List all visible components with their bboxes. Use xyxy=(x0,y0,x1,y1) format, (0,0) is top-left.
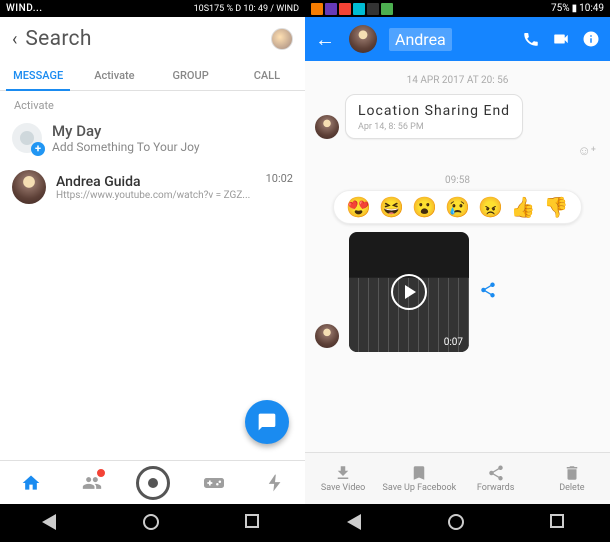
timestamp: 14 APR 2017 AT 20: 56 xyxy=(305,61,610,94)
battery-label: 75% xyxy=(551,3,570,14)
phone-icon[interactable] xyxy=(522,30,540,48)
my-day-row[interactable]: + My Day Add Something To Your Joy xyxy=(0,116,305,164)
back-chevron-icon[interactable]: ‹ xyxy=(12,29,17,50)
inbox-screen: WIND... 10S175 % D 10: 49 / WIND ‹ Searc… xyxy=(0,0,305,504)
bubble-time: Apr 14, 8: 56 PM xyxy=(358,122,510,132)
trash-icon xyxy=(563,464,581,482)
section-label: Activate xyxy=(0,91,305,116)
action-save-video[interactable]: Save Video xyxy=(305,453,381,504)
search-input[interactable]: Search xyxy=(25,27,263,51)
video-message[interactable]: 0:07 xyxy=(349,232,469,352)
react-like[interactable]: 👍 xyxy=(511,197,536,217)
react-love[interactable]: 😍 xyxy=(346,197,371,217)
play-icon xyxy=(391,274,427,310)
nav-home-2[interactable] xyxy=(448,514,466,532)
message-bubble[interactable]: Location Sharing End Apr 14, 8: 56 PM xyxy=(345,94,523,139)
reaction-picker: 😍 😆 😮 😢 😠 👍 👎 xyxy=(333,190,581,224)
action-delete[interactable]: Delete xyxy=(534,453,610,504)
tab-call[interactable]: CALL xyxy=(229,59,305,90)
bubble-title: Location Sharing End xyxy=(358,103,510,119)
react-angry[interactable]: 😠 xyxy=(478,197,503,217)
gamepad-icon xyxy=(204,473,224,493)
message-time: 10:02 xyxy=(266,170,293,185)
video-duration: 0:07 xyxy=(444,337,463,348)
myday-title: My Day xyxy=(52,122,200,140)
react-wow[interactable]: 😮 xyxy=(412,197,437,217)
video-icon[interactable] xyxy=(552,30,570,48)
status-bar-right: 75% ▮ 10:49 xyxy=(305,0,610,17)
bolt-icon xyxy=(265,473,285,493)
android-nav-bar xyxy=(0,504,610,542)
share-icon xyxy=(487,464,505,482)
nav-people[interactable] xyxy=(61,461,122,504)
media-avatar[interactable] xyxy=(315,324,339,348)
nav-back-2[interactable] xyxy=(347,514,365,532)
nav-discover[interactable] xyxy=(244,461,305,504)
conversation-row[interactable]: Andrea Guida Https://www.youtube.com/wat… xyxy=(0,164,305,210)
react-dislike[interactable]: 👎 xyxy=(544,197,569,217)
myday-subtitle: Add Something To Your Joy xyxy=(52,140,200,154)
inbox-tabs: MESSAGE Activate GROUP CALL xyxy=(0,59,305,91)
nav-home[interactable] xyxy=(0,461,61,504)
notification-dot xyxy=(96,468,106,478)
react-haha[interactable]: 😆 xyxy=(379,197,404,217)
search-row: ‹ Search xyxy=(0,17,305,59)
compose-fab[interactable] xyxy=(245,400,289,444)
bottom-nav xyxy=(0,460,305,504)
action-forward[interactable]: Forwards xyxy=(458,453,534,504)
home-icon xyxy=(21,473,41,493)
nav-camera[interactable] xyxy=(122,461,183,504)
nav-recent[interactable] xyxy=(245,514,263,532)
camera-icon xyxy=(136,466,170,500)
chat-screen: 75% ▮ 10:49 ← Andrea 14 APR 2017 AT 20: … xyxy=(305,0,610,504)
header-avatar[interactable] xyxy=(349,25,377,53)
reaction-hint-icon[interactable]: ☺⁺ xyxy=(577,139,610,159)
profile-avatar[interactable] xyxy=(271,28,293,50)
carrier-label: WIND... xyxy=(6,3,43,14)
message-avatar[interactable] xyxy=(315,115,339,139)
back-arrow-icon[interactable]: ← xyxy=(315,27,335,52)
nav-games[interactable] xyxy=(183,461,244,504)
download-icon xyxy=(334,464,352,482)
share-icon xyxy=(479,281,497,299)
clock-label: 10:49 xyxy=(579,3,604,14)
nav-recent-2[interactable] xyxy=(550,514,568,532)
tab-message[interactable]: MESSAGE xyxy=(0,59,76,90)
tab-activate[interactable]: Activate xyxy=(76,59,152,90)
react-sad[interactable]: 😢 xyxy=(445,197,470,217)
timestamp-2: 09:58 xyxy=(305,159,610,190)
nav-home[interactable] xyxy=(143,514,161,532)
chat-header: ← Andrea xyxy=(305,17,610,61)
share-message-button[interactable] xyxy=(479,281,497,303)
bookmark-icon xyxy=(410,464,428,482)
info-icon[interactable] xyxy=(582,30,600,48)
message-actions: Save Video Save Up Facebook Forwards Del… xyxy=(305,452,610,504)
tab-group[interactable]: GROUP xyxy=(153,59,229,90)
contact-name: Andrea Guida xyxy=(56,174,256,190)
message-row: Location Sharing End Apr 14, 8: 56 PM xyxy=(305,94,610,139)
header-contact-name[interactable]: Andrea xyxy=(389,28,452,51)
status-extra: 10S175 % D 10: 49 / WIND xyxy=(194,4,299,14)
chat-icon xyxy=(257,412,277,432)
camera-placeholder-icon: + xyxy=(12,123,42,153)
contact-avatar xyxy=(12,170,46,204)
add-badge-icon: + xyxy=(31,142,45,156)
message-preview: Https://www.youtube.com/watch?v = ZGZ... xyxy=(56,190,256,201)
status-bar-left: WIND... 10S175 % D 10: 49 / WIND xyxy=(0,0,305,17)
action-save-facebook[interactable]: Save Up Facebook xyxy=(381,453,457,504)
nav-back[interactable] xyxy=(42,514,60,532)
